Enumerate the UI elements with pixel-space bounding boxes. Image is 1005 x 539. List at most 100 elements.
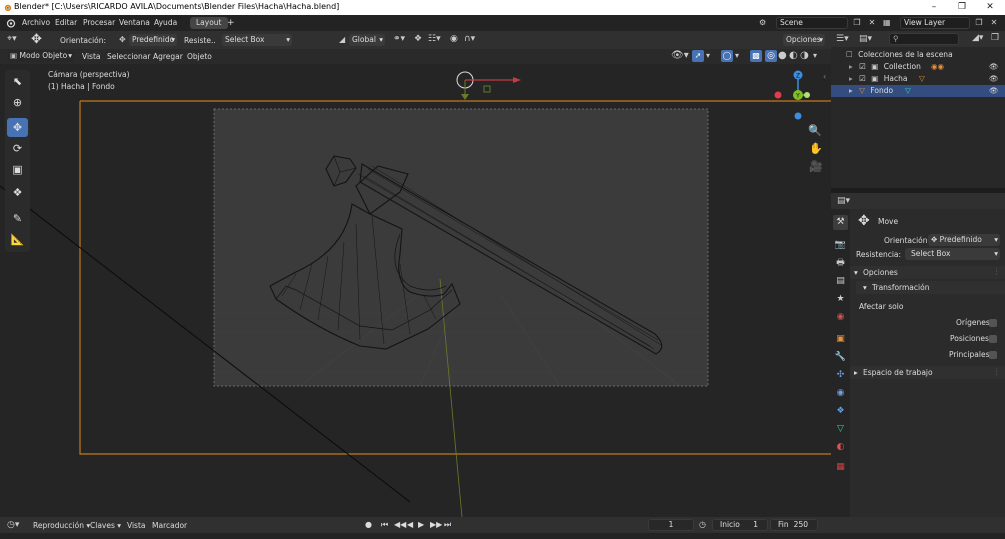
outliner-editor-icon[interactable]: ☰▾ (836, 34, 849, 44)
outliner-item-collection[interactable]: ▸ ☑ ▣ Collection ◉◉ 👁 (831, 61, 1005, 73)
end-frame-field[interactable]: Fin 250 (770, 519, 818, 531)
next-keyframe-icon[interactable]: ▶▶ (430, 520, 442, 529)
transform-subpanel-header[interactable]: ▾ Transformación (856, 281, 1005, 294)
menu-archivo[interactable]: Archivo (22, 17, 50, 29)
outliner-search-input[interactable]: ⚲ (889, 33, 959, 45)
rendered-shading-icon[interactable]: ◑ (800, 50, 809, 61)
new-view-layer-icon[interactable]: ❐ (973, 17, 985, 29)
parents-checkbox[interactable] (989, 351, 997, 359)
view-layer-field[interactable]: View Layer (900, 17, 970, 29)
prev-keyframe-icon[interactable]: ◀◀ (394, 520, 406, 529)
constraints-tab-icon[interactable]: ❖ (833, 404, 848, 419)
menu-procesar[interactable]: Procesar (83, 17, 115, 29)
filter-icon[interactable]: ◢▾ (972, 33, 983, 43)
outliner-item-hacha[interactable]: ▸ ☑ ▣ Hacha ▽ 👁 (831, 73, 1005, 85)
marker-menu[interactable]: Marcador (152, 521, 187, 530)
clock-icon[interactable]: ◷ (699, 520, 706, 529)
snap-toggle-icon[interactable]: ❖ (414, 34, 422, 44)
rotate-tool-icon[interactable]: ⟳ (7, 139, 28, 158)
visibility-eye-icon[interactable]: 👁 (989, 85, 999, 97)
drag-dropdown[interactable]: Select Box ▾ (222, 34, 292, 46)
menu-ventana[interactable]: Ventana (119, 17, 150, 29)
new-scene-icon[interactable]: ❐ (851, 17, 863, 29)
outliner-item-fondo[interactable]: ▸ ▽ Fondo ▽ 👁 (831, 85, 1005, 97)
menu-seleccionar[interactable]: Seleccionar (107, 52, 150, 61)
properties-editor-icon[interactable]: ▤▾ (837, 196, 850, 206)
zoom-icon[interactable]: 🔍 (808, 124, 822, 137)
menu-vista[interactable]: Vista (82, 52, 101, 61)
transform-tool-icon[interactable]: ❖ (7, 183, 28, 202)
new-collection-icon[interactable]: ❐ (991, 33, 999, 43)
falloff-icon[interactable]: ∩▾ (464, 34, 475, 44)
object-tab-icon[interactable]: ▣ (833, 332, 848, 347)
view-layer-tab-icon[interactable]: ▤ (833, 274, 848, 289)
orientation-prop-dropdown[interactable]: ✥ Predefinido ▾ (928, 234, 1000, 246)
data-tab-icon[interactable]: ▽ (833, 422, 848, 437)
close-button[interactable]: ✕ (976, 0, 1004, 15)
jump-end-icon[interactable]: ⏭ (444, 520, 451, 530)
options-panel-header[interactable]: ▾ Opciones ⋮ (850, 266, 1005, 279)
render-tab-icon[interactable]: 📷 (833, 238, 848, 253)
overlay-toggle-icon[interactable]: ◯ (721, 50, 733, 62)
transform-orientation-dropdown[interactable]: Global ▾ (349, 34, 385, 46)
cursor-tool-icon[interactable]: ⊕ (7, 93, 28, 112)
material-shading-icon[interactable]: ◐ (789, 50, 798, 61)
select-box-tool-icon[interactable]: ⬉ (7, 72, 28, 91)
pivot-icon[interactable]: ⚭▾ (393, 34, 405, 44)
minimize-button[interactable]: – (920, 0, 948, 15)
material-tab-icon[interactable]: ◐ (833, 440, 848, 455)
scene-icon[interactable]: ⚙ (759, 18, 773, 28)
start-frame-field[interactable]: Inicio 1 (712, 519, 768, 531)
overlay-dropdown-icon[interactable]: ▾ (735, 51, 739, 60)
record-icon[interactable]: ● (365, 520, 372, 529)
menu-editar[interactable]: Editar (55, 17, 77, 29)
physics-tab-icon[interactable]: ◉ (833, 386, 848, 401)
tab-layout[interactable]: Layout (190, 17, 228, 29)
modifier-tab-icon[interactable]: 🔧 (833, 350, 848, 365)
texture-tab-icon[interactable]: ▦ (833, 460, 848, 475)
tool-tab-icon[interactable]: ⚒ (833, 215, 848, 230)
current-frame-field[interactable]: 1 (648, 519, 694, 531)
view-menu[interactable]: Vista (127, 521, 146, 530)
sidebar-toggle-icon[interactable]: ‹ (823, 72, 826, 81)
scene-field[interactable]: Scene (776, 17, 848, 29)
particles-tab-icon[interactable]: ✣ (833, 368, 848, 383)
xray-toggle-icon[interactable]: ▩ (750, 50, 762, 62)
delete-scene-icon[interactable]: ✕ (866, 17, 878, 29)
origins-checkbox[interactable] (989, 319, 997, 327)
visibility-eye-icon[interactable]: 👁 (989, 73, 999, 85)
solid-shading-icon[interactable]: ● (778, 50, 787, 61)
timeline-editor-icon[interactable]: ◷▾ (7, 520, 19, 530)
world-tab-icon[interactable]: ◉ (833, 310, 848, 325)
3d-viewport[interactable]: Cámara (perspectiva) (1) Hacha | Fondo Z… (0, 64, 831, 517)
menu-agregar[interactable]: Agregar (153, 52, 183, 61)
blender-menu-icon[interactable] (5, 18, 16, 28)
outliner-root[interactable]: ☐ Colecciones de la escena (831, 49, 1005, 61)
scale-tool-icon[interactable]: ▣ (7, 160, 28, 179)
locations-checkbox[interactable] (989, 335, 997, 343)
gizmo-dropdown-icon[interactable]: ▾ (706, 51, 710, 60)
output-tab-icon[interactable]: 🖶 (833, 256, 848, 271)
play-icon[interactable]: ▶ (418, 520, 424, 529)
proportional-edit-icon[interactable]: ◉ (450, 34, 458, 44)
delete-view-layer-icon[interactable]: ✕ (988, 17, 1000, 29)
camera-view-icon[interactable]: 🎥 (809, 160, 823, 173)
view-layer-icon[interactable]: ▦ (883, 18, 891, 27)
drag-prop-dropdown[interactable]: Select Box ▾ (905, 248, 1000, 260)
options-dropdown[interactable]: Opciones ▾ (783, 34, 825, 46)
scene-tab-icon[interactable]: ★ (833, 292, 848, 307)
navigation-gizmo[interactable]: Z Y (770, 68, 810, 123)
visibility-eye-icon[interactable]: 👁 (989, 61, 999, 73)
playback-menu[interactable]: Reproducción ▾ (33, 521, 90, 530)
wireframe-shading-icon[interactable]: ◎ (765, 50, 777, 62)
move-tool-button-icon[interactable]: ✥ (7, 118, 28, 137)
pan-hand-icon[interactable]: ✋ (809, 142, 823, 155)
add-workspace-button[interactable]: + (227, 17, 235, 29)
orientation-dropdown[interactable]: Predefinido ▾ (129, 34, 177, 46)
measure-tool-icon[interactable]: 📐 (7, 230, 28, 249)
shading-dropdown-icon[interactable]: ▾ (813, 51, 817, 60)
workspace-panel-header[interactable]: ▸ Espacio de trabajo ⋮ (850, 366, 1005, 379)
snap-target-icon[interactable]: ☷▾ (428, 34, 441, 44)
gizmo-toggle-icon[interactable]: ➚ (692, 50, 704, 62)
menu-ayuda[interactable]: Ayuda (154, 17, 177, 29)
